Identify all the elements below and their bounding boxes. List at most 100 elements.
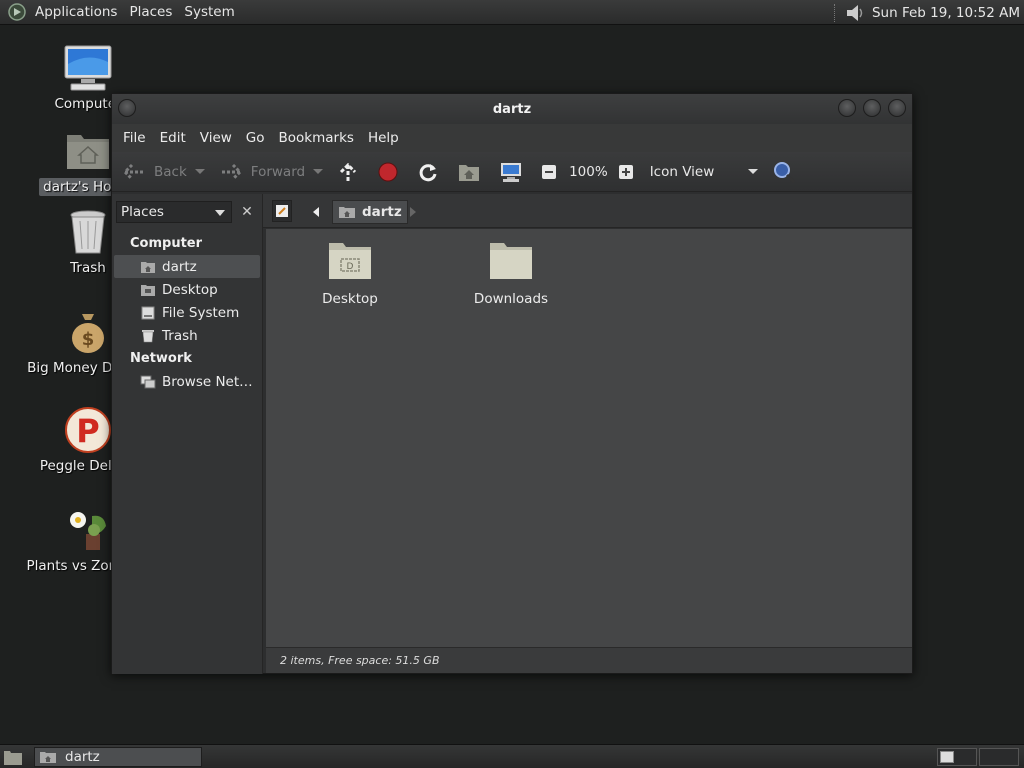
back-arrow-icon xyxy=(122,163,143,180)
chevron-down-icon xyxy=(215,210,225,216)
sidebar-item-label: Desktop xyxy=(162,281,218,298)
top-panel: Applications Places System Sun Feb 19, 1… xyxy=(0,0,1024,25)
sidebar-type-label: Places xyxy=(121,204,164,220)
title-bar[interactable]: dartz xyxy=(112,94,912,124)
chevron-left-icon xyxy=(313,207,319,217)
zoom-out-icon xyxy=(542,164,557,179)
computer-icon xyxy=(62,44,114,92)
menu-view[interactable]: View xyxy=(193,130,239,146)
stop-icon xyxy=(378,162,398,181)
sidebar-item-trash[interactable]: Trash xyxy=(112,324,262,347)
file-item-downloads[interactable]: Downloads xyxy=(451,239,571,307)
file-view[interactable]: D Desktop Downloads xyxy=(266,229,912,647)
folder-icon xyxy=(490,243,532,279)
sidebar-item-label: Trash xyxy=(162,327,198,344)
home-icon xyxy=(40,752,56,763)
desktop-icon-label: Trash xyxy=(70,260,106,276)
breadcrumb-label: dartz xyxy=(362,204,402,220)
path-scroll-left[interactable] xyxy=(307,201,327,223)
forward-button[interactable]: Forward xyxy=(219,162,305,182)
money-bag-icon: $ xyxy=(62,308,114,356)
computer-button[interactable] xyxy=(499,161,531,183)
trash-icon xyxy=(62,208,114,256)
file-item-desktop[interactable]: D Desktop xyxy=(290,239,410,307)
zoom-level[interactable]: 100% xyxy=(569,164,608,180)
plants-icon xyxy=(62,506,114,554)
zoom-in-icon xyxy=(618,164,633,179)
home-button[interactable] xyxy=(457,161,489,183)
panel-menu: Applications Places System xyxy=(0,0,241,25)
search-icon xyxy=(774,161,796,183)
sidebar-item-desktop[interactable]: Desktop xyxy=(112,278,262,301)
back-label: Back xyxy=(154,163,187,180)
zoom-out-button[interactable] xyxy=(541,164,565,180)
reload-button[interactable] xyxy=(417,161,447,183)
status-text: 2 items, Free space: 51.5 GB xyxy=(280,654,440,667)
file-label: Downloads xyxy=(473,291,549,307)
drive-icon xyxy=(140,305,156,321)
sidebar-item-label: Browse Net… xyxy=(162,373,253,390)
panel-separator xyxy=(833,3,838,22)
clock[interactable]: Sun Feb 19, 10:52 AM xyxy=(872,5,1024,21)
stop-button[interactable] xyxy=(377,161,407,183)
taskbar-button-dartz[interactable]: dartz xyxy=(34,747,202,767)
menu-help[interactable]: Help xyxy=(361,130,406,146)
back-history-dropdown[interactable] xyxy=(194,169,205,174)
window-title: dartz xyxy=(492,101,532,117)
menu-go[interactable]: Go xyxy=(239,130,272,146)
section-heading-computer: Computer xyxy=(130,236,203,251)
minimize-button[interactable] xyxy=(838,99,856,117)
close-button[interactable] xyxy=(888,99,906,117)
maximize-button[interactable] xyxy=(863,99,881,117)
back-button[interactable]: Back xyxy=(122,162,187,182)
breadcrumb-dartz[interactable]: dartz xyxy=(332,200,408,224)
menu-file[interactable]: File xyxy=(116,130,153,146)
up-arrow-icon xyxy=(340,162,357,181)
svg-text:D: D xyxy=(347,262,354,272)
volume-icon[interactable] xyxy=(844,3,866,23)
system-menu[interactable]: System xyxy=(178,0,240,25)
sidebar-close-button[interactable]: ✕ xyxy=(236,201,258,223)
toolbar: Back Forward 100% Icon View xyxy=(112,152,912,192)
computer-icon xyxy=(501,162,522,182)
view-mode-select[interactable]: Icon View xyxy=(650,164,715,180)
sidebar-type-select[interactable]: Places xyxy=(116,201,232,223)
sidebar: Places ✕ Computer dartz Desktop File Sys… xyxy=(112,194,263,674)
taskbar-label: dartz xyxy=(65,749,100,765)
window-menu-button[interactable] xyxy=(118,99,136,117)
pencil-icon xyxy=(276,205,288,217)
menu-bookmarks[interactable]: Bookmarks xyxy=(272,130,361,146)
location-edit-toggle[interactable] xyxy=(272,200,292,222)
sidebar-item-label: File System xyxy=(162,304,240,321)
zoom-in-button[interactable] xyxy=(618,164,642,180)
chevron-right-icon xyxy=(410,207,416,217)
menu-edit[interactable]: Edit xyxy=(153,130,193,146)
sidebar-item-browse-network[interactable]: Browse Net… xyxy=(112,370,262,393)
file-label: Desktop xyxy=(322,291,378,307)
show-desktop-icon[interactable] xyxy=(3,748,23,766)
applications-menu[interactable]: Applications xyxy=(29,0,123,25)
svg-text:$: $ xyxy=(82,329,95,350)
forward-history-dropdown[interactable] xyxy=(313,169,324,174)
sidebar-item-file-system[interactable]: File System xyxy=(112,301,262,324)
trash-icon xyxy=(140,328,156,344)
workspace-1[interactable] xyxy=(937,748,977,766)
home-folder-icon xyxy=(62,126,114,174)
svg-text:P: P xyxy=(76,412,99,450)
sidebar-item-dartz[interactable]: dartz xyxy=(114,255,260,278)
path-scroll-right[interactable] xyxy=(404,201,420,223)
file-manager-window: dartz File Edit View Go Bookmarks Help B… xyxy=(111,93,913,674)
search-button[interactable] xyxy=(772,160,804,184)
workspace-2[interactable] xyxy=(979,748,1019,766)
sidebar-item-label: dartz xyxy=(162,258,197,275)
section-heading-network: Network xyxy=(130,351,192,366)
up-button[interactable] xyxy=(337,161,367,183)
home-icon xyxy=(339,207,355,218)
network-icon xyxy=(140,374,156,390)
gnome-foot-icon[interactable] xyxy=(7,2,27,22)
reload-icon xyxy=(419,163,437,181)
home-icon xyxy=(140,259,156,275)
view-mode-dropdown[interactable] xyxy=(748,169,759,174)
places-menu[interactable]: Places xyxy=(123,0,178,25)
menu-bar: File Edit View Go Bookmarks Help xyxy=(112,124,912,152)
